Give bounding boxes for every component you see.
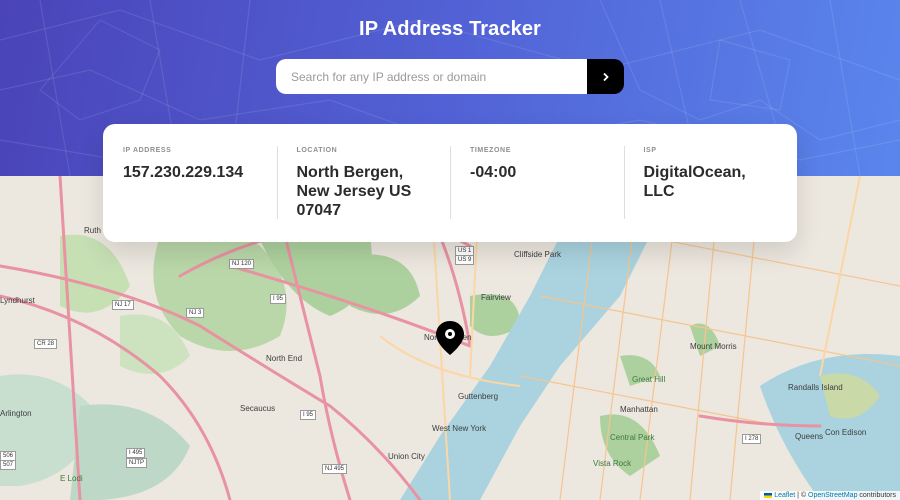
location-value: North Bergen, New Jersey US 07047 — [296, 164, 412, 219]
timezone-label: TIMEZONE — [470, 147, 511, 154]
map-label-west-new-york: West New York — [432, 424, 487, 433]
route-shield-i95-north: I 95 — [270, 294, 287, 304]
search-bar — [276, 59, 624, 94]
map-label-union-city: Union City — [388, 452, 425, 461]
map-label-vista-rock: Vista Rock — [593, 459, 632, 468]
search-input[interactable] — [276, 59, 587, 94]
route-shield-i495: I 495 — [126, 448, 146, 458]
timezone-section: TIMEZONE -04:00 — [450, 146, 624, 242]
map-label-con-edison: Con Edison — [825, 428, 867, 437]
map-label-queens: Queens — [795, 432, 824, 441]
map-label-lyndhurst: Lyndhurst — [0, 296, 35, 305]
timezone-value: -04:00 — [470, 164, 517, 181]
location-marker-icon[interactable] — [435, 320, 465, 356]
osm-link[interactable]: OpenStreetMap — [808, 492, 857, 499]
map-label-e-lodi: E Lodi — [60, 474, 83, 483]
map-label-guttenberg: Guttenberg — [458, 392, 499, 401]
route-shield-njtp: NJTP — [126, 458, 147, 468]
isp-value: DigitalOcean, LLC — [643, 164, 746, 200]
ukraine-flag-icon — [764, 492, 773, 498]
ip-info-card: IP ADDRESS 157.230.229.134 LOCATION Nort… — [103, 124, 797, 242]
map-label-randalls-island: Randalls Island — [788, 383, 843, 392]
map-label-secaucus: Secaucus — [240, 404, 276, 413]
route-shield-nj495: NJ 495 — [322, 464, 348, 474]
route-shield-us9: US 9 — [455, 255, 475, 265]
location-section: LOCATION North Bergen, New Jersey US 070… — [276, 146, 451, 242]
attribution-suffix: contributors — [857, 492, 896, 499]
map-label-mount-morris: Mount Morris — [690, 342, 737, 351]
map-attribution: Leaflet | © OpenStreetMap contributors — [760, 491, 900, 500]
route-shield-nj120: NJ 120 — [229, 259, 255, 269]
route-shield-i278: I 278 — [742, 434, 762, 444]
isp-label: ISP — [643, 147, 657, 154]
map-label-cliffside-park: Cliffside Park — [514, 250, 561, 259]
route-shield-nj3: NJ 3 — [186, 308, 205, 318]
map-label-north-end: North End — [266, 354, 303, 363]
route-shield-507: 507 — [0, 460, 17, 470]
route-shield-i95-south: I 95 — [300, 410, 317, 420]
map-label-fairview: Fairview — [481, 293, 511, 302]
isp-section: ISP DigitalOcean, LLC — [623, 146, 798, 242]
route-shield-cr28: CR 28 — [34, 339, 58, 349]
map-label-manhattan: Manhattan — [620, 405, 658, 414]
route-shield-nj17: NJ 17 — [112, 300, 134, 310]
chevron-right-icon — [602, 72, 609, 81]
location-label: LOCATION — [296, 147, 338, 154]
ip-address-label: IP ADDRESS — [123, 147, 172, 154]
page-title: IP Address Tracker — [359, 18, 541, 40]
ip-address-section: IP ADDRESS 157.230.229.134 — [103, 146, 277, 242]
search-submit-button[interactable] — [587, 59, 624, 94]
map-label-arlington: Arlington — [0, 409, 32, 418]
ip-address-value: 157.230.229.134 — [123, 164, 244, 181]
leaflet-link[interactable]: Leaflet — [774, 492, 795, 499]
map-label-ruth: Ruth — [84, 226, 101, 235]
attribution-separator: | © — [795, 492, 809, 499]
map-label-central-park: Central Park — [610, 433, 655, 442]
map-label-great-hill: Great Hill — [632, 375, 666, 384]
